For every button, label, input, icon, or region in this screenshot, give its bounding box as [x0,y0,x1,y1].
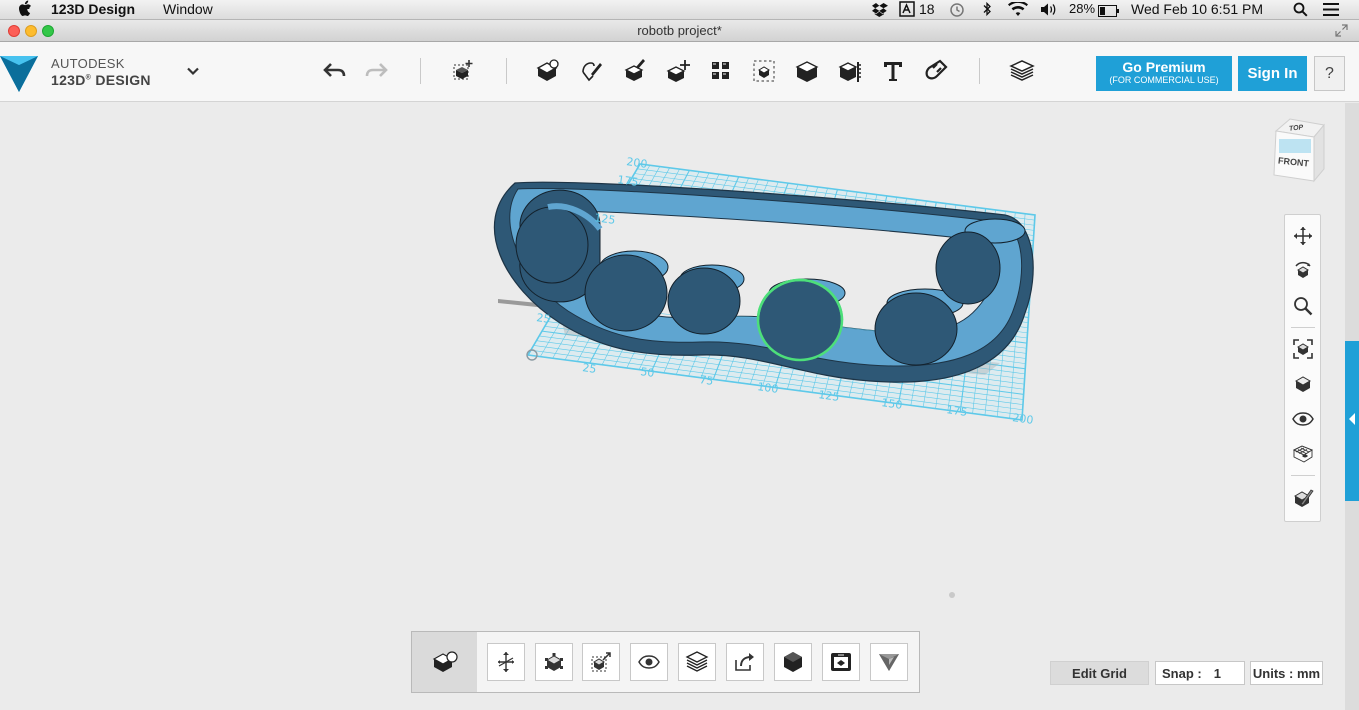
brand-design: DESIGN [95,72,151,88]
snap-tool-button[interactable] [919,54,953,88]
grid-label-x7: 175 [946,403,969,419]
battery-percent: 28% [1069,1,1096,16]
units-setting[interactable]: Units : mm [1250,661,1323,685]
transform-tool-button[interactable] [446,54,480,88]
bluetooth-icon[interactable] [982,1,992,20]
fullscreen-icon[interactable] [1335,24,1348,42]
pattern-tool-button[interactable] [704,54,738,88]
selection-mode-button[interactable] [412,632,477,692]
main-toolbar: AUTODESK 123D® DESIGN Go Premium (FOR CO… [0,42,1359,102]
grid-label-x3: 75 [699,373,715,388]
zoom-button[interactable] [1290,293,1316,319]
go-premium-sublabel: (FOR COMMERCIAL USE) [1109,75,1219,85]
scale-button[interactable] [582,643,620,681]
fit-view-button[interactable] [1290,336,1316,362]
toolbar-separator [506,58,507,84]
snap-label: Snap : [1162,665,1202,681]
brand-autodesk: AUTODESK [51,56,125,71]
brand-product: 123D® DESIGN [51,72,151,88]
selection-toolbar [411,631,920,693]
scene-canvas[interactable]: 25 50 75 100 125 150 175 200 200 175 125… [0,103,1345,710]
brand-123d: 123D [51,72,86,88]
go-premium-button[interactable]: Go Premium (FOR COMMERCIAL USE) [1096,56,1232,91]
dropbox-icon[interactable] [871,2,889,20]
window-title: robotb project* [637,23,722,38]
view-mode-button[interactable] [1290,371,1316,397]
group-tool-button[interactable] [747,54,781,88]
window-titlebar: robotb project* [0,20,1359,42]
battery-icon[interactable] [1098,4,1120,20]
grid-label-x8: 200 [1012,411,1035,427]
view-cube-top-label: TOP [1288,124,1304,133]
app-menu[interactable]: 123D Design [51,1,135,17]
notification-center-icon[interactable] [1323,3,1339,19]
view-cube[interactable]: TOP FRONT [1268,117,1326,183]
grid-label-x5: 125 [818,388,841,404]
3d-print-button[interactable] [774,643,812,681]
time-machine-icon[interactable] [949,2,965,21]
3d-viewport[interactable]: 25 50 75 100 125 150 175 200 200 175 125… [0,103,1345,710]
app-logo-icon [0,52,40,94]
adobe-icon[interactable] [899,1,915,20]
measure-tool-button[interactable] [833,54,867,88]
orbit-button[interactable] [1290,258,1316,284]
view-cube-top-highlight [1279,139,1311,153]
snap-setting[interactable]: Snap : 1 [1155,661,1245,685]
volume-icon[interactable] [1040,2,1058,20]
export-button[interactable] [726,643,764,681]
help-button[interactable]: ? [1314,56,1345,91]
go-premium-label: Go Premium [1122,59,1206,75]
construct-tool-button[interactable] [618,54,652,88]
text-tool-button[interactable] [876,54,910,88]
mac-menubar: 123D Design Window 18 28% Wed Feb 10 6:5… [0,0,1359,20]
grid-label-x2: 50 [640,365,656,380]
brand-reg: ® [85,74,92,82]
modify-tool-button[interactable] [661,54,695,88]
sign-in-button[interactable]: Sign In [1238,56,1307,91]
navbar-separator [1291,475,1315,476]
snap-value: 1 [1213,665,1221,681]
toolbar-separator [979,58,980,84]
move-button[interactable] [487,643,525,681]
clock[interactable]: Wed Feb 10 6:51 PM [1131,1,1263,17]
undo-button[interactable] [318,54,352,88]
smart-scale-button[interactable] [535,643,573,681]
window-menu[interactable]: Window [163,1,213,17]
tinkercad-button[interactable] [870,643,908,681]
app-menu-chevron-icon[interactable] [176,54,210,88]
grid-label-x4: 100 [757,380,780,396]
grid-label-x1: 25 [582,361,598,376]
hide-button[interactable] [630,643,668,681]
navigation-bar [1284,214,1321,522]
grid-label-x6: 150 [881,396,904,412]
wifi-icon[interactable] [1008,0,1028,20]
make-button[interactable] [822,643,860,681]
side-panel-strip [1345,103,1359,710]
edit-grid-button[interactable]: Edit Grid [1050,661,1149,685]
pan-button[interactable] [1290,223,1316,249]
grid-label-y4: 25 [536,311,552,326]
toolbar-separator [420,58,421,84]
grid-visibility-button[interactable] [1290,441,1316,467]
combine-tool-button[interactable] [790,54,824,88]
sketch-tool-button[interactable] [575,54,609,88]
primitives-tool-button[interactable] [531,54,565,88]
material-button[interactable] [678,643,716,681]
apple-icon[interactable] [18,0,32,20]
notification-count: 18 [919,1,935,17]
redo-button[interactable] [359,54,393,88]
material-tool-button[interactable] [1005,54,1039,88]
pivot-dot [949,592,955,598]
spotlight-icon[interactable] [1293,2,1308,20]
navbar-separator [1291,327,1315,328]
side-panel-toggle[interactable] [1345,341,1359,501]
visibility-button[interactable] [1290,406,1316,432]
grid-label-y1: 200 [626,155,649,171]
material-view-button[interactable] [1290,485,1316,511]
